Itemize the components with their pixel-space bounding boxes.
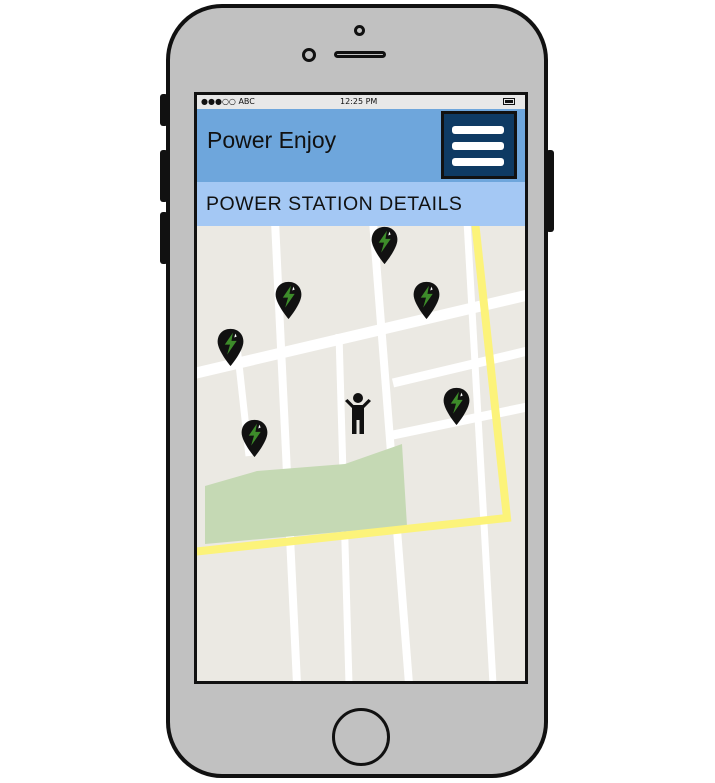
menu-button[interactable] [441,111,517,179]
home-button[interactable] [332,708,390,766]
volume-down-button [160,212,168,264]
section-title: POWER STATION DETAILS [206,193,463,215]
phone-screen: ●●●○○ ABC 12:25 PM Power Enjoy POWER STA… [194,92,528,684]
mute-switch [160,94,168,126]
battery-icon [503,98,515,105]
section-header: POWER STATION DETAILS [197,182,525,226]
proximity-sensor [354,25,365,36]
status-time: 12:25 PM [340,97,378,106]
map-view[interactable] [197,226,525,684]
front-camera [302,48,316,62]
status-bar: ●●●○○ ABC 12:25 PM [197,95,525,109]
app-title: Power Enjoy [207,127,337,153]
volume-up-button [160,150,168,202]
earpiece-speaker [334,51,386,58]
app-header: Power Enjoy [197,109,525,182]
carrier-signal: ●●●○○ ABC [201,97,255,106]
power-button [546,150,554,232]
